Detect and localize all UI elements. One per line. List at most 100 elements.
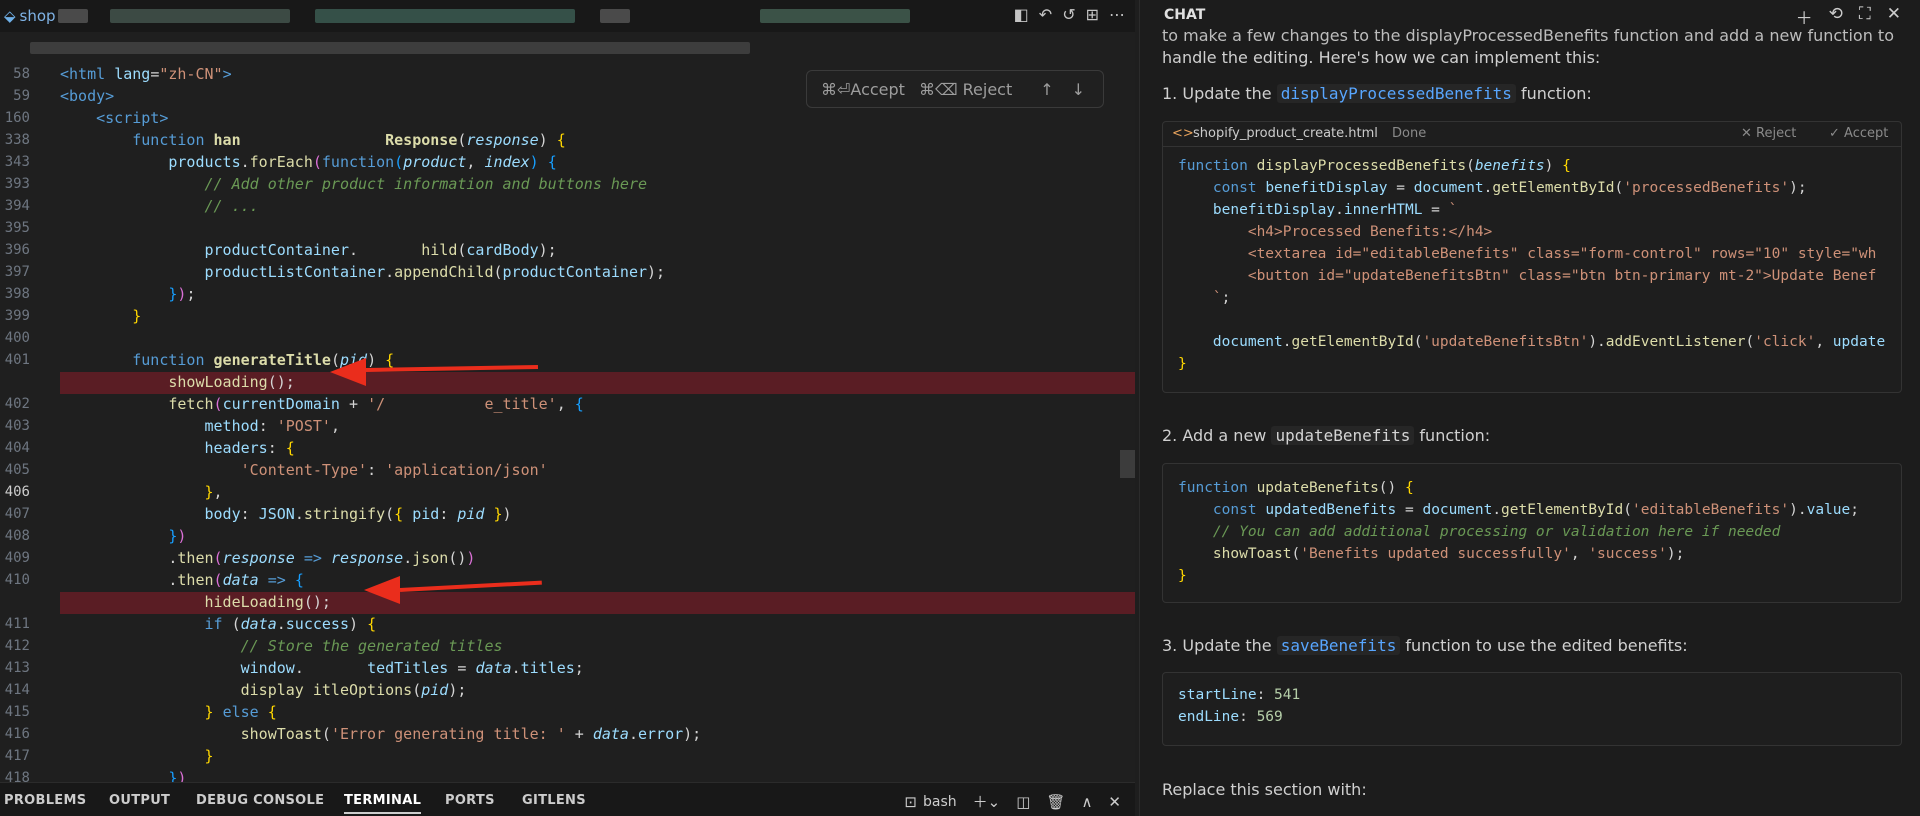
line-number: 412 — [4, 638, 30, 654]
maximize-panel-icon[interactable]: ∧ — [1081, 793, 1092, 811]
tab-gitlens[interactable]: GITLENS — [522, 793, 586, 808]
new-terminal-icon[interactable]: ＋⌄ — [973, 791, 1001, 812]
tab-ports[interactable]: PORTS — [445, 793, 495, 808]
line-number: 399 — [4, 308, 30, 324]
code-line[interactable]: fetch(currentDomain + '/ e_title', { — [60, 395, 583, 413]
code-line[interactable]: }) — [60, 527, 186, 545]
trash-icon[interactable]: 🗑 — [1046, 793, 1065, 811]
chat-panel: CHAT ＋ ⟲ ⛶ ✕ to make a few changes to th… — [1139, 0, 1920, 816]
code-line: function updateBenefits() { — [1178, 480, 1414, 496]
editor-actions: ◧ ↶ ↺ ⊞ ⋯ — [1014, 5, 1125, 24]
inline-reject-button[interactable]: ⌘⌫ Reject — [919, 80, 1012, 99]
accept-button[interactable]: ✓ Accept — [1829, 126, 1888, 141]
code-line[interactable]: hideLoading(); — [60, 593, 331, 611]
editor-tab[interactable]: ⬙ shop — [4, 7, 56, 25]
inline-diff-toolbar: ⌘⏎Accept ⌘⌫ Reject ↑ ↓ — [806, 70, 1104, 108]
code-line[interactable]: showLoading(); — [60, 373, 294, 391]
code-line: <button id="updateBenefitsBtn" class="bt… — [1247, 268, 1877, 284]
code-line[interactable]: .then(response => response.json()) — [60, 549, 475, 567]
code-line: endLine: 569 — [1178, 709, 1283, 725]
line-number: 402 — [4, 396, 30, 412]
code-line[interactable]: // ... — [60, 197, 259, 215]
code-line: const updatedBenefits = document.getElem… — [1212, 502, 1859, 518]
line-number: 404 — [4, 440, 30, 456]
accept-label: Accept — [1844, 126, 1889, 141]
line-number: 401 — [4, 352, 30, 368]
redacted-block — [110, 9, 290, 23]
code-line: <h4>Processed Benefits:</h4> — [1247, 224, 1493, 240]
code-line[interactable]: <script> — [60, 109, 168, 127]
code-line: const benefitDisplay = document.getEleme… — [1212, 180, 1807, 196]
step-text: 3. Update the — [1162, 636, 1277, 655]
annotation-arrow-head — [330, 358, 366, 386]
inline-accept-button[interactable]: ⌘⏎Accept — [821, 80, 905, 99]
code-line[interactable]: headers: { — [60, 439, 295, 457]
go-back-icon[interactable]: ↶ — [1039, 5, 1052, 24]
split-editor-icon[interactable]: ◧ — [1014, 5, 1029, 24]
chat-text: Replace this section with: — [1162, 780, 1367, 799]
code-line: `; — [1212, 290, 1231, 306]
code-line[interactable]: display itleOptions(pid); — [60, 681, 467, 699]
code-line[interactable]: productListContainer.appendChild(product… — [60, 263, 666, 281]
code-line[interactable]: showToast('Error generating title: ' + d… — [60, 725, 702, 743]
chat-intro-line: to make a few changes to the displayProc… — [1162, 26, 1894, 45]
previous-change-icon[interactable]: ↑ — [1040, 80, 1053, 99]
code-line[interactable]: // Add other product information and but… — [60, 175, 648, 193]
code-line[interactable]: productContainer. hild(cardBody); — [60, 241, 557, 259]
code-line: benefitDisplay.innerHTML = ` — [1212, 202, 1458, 218]
code-line[interactable]: 'Content-Type': 'application/json' — [60, 461, 548, 479]
step-text: 1. Update the — [1162, 84, 1277, 103]
code-line[interactable]: } else { — [60, 703, 277, 721]
code-line[interactable]: } — [60, 307, 141, 325]
line-number: 58 — [13, 66, 30, 82]
code-line[interactable]: if (data.success) { — [60, 615, 377, 633]
scrollbar-thumb[interactable] — [1120, 450, 1135, 478]
line-number: 409 — [4, 550, 30, 566]
chat-title: CHAT — [1164, 7, 1206, 23]
line-number: 414 — [4, 682, 30, 698]
code-line: function displayProcessedBenefits(benefi… — [1178, 158, 1571, 174]
compare-icon[interactable]: ⊞ — [1086, 5, 1099, 24]
line-number: 395 — [4, 220, 30, 236]
split-terminal-icon[interactable]: ◫ — [1016, 793, 1030, 811]
reject-label: Reject — [1756, 126, 1797, 141]
line-number: 338 — [4, 132, 30, 148]
code-block: <> shopify_product_create.html Done ✕ Re… — [1162, 121, 1902, 393]
editor-tab-bar: ⬙ shop ◧ ↶ ↺ ⊞ ⋯ — [0, 0, 1135, 32]
code-editor[interactable]: ⬙ shop ◧ ↶ ↺ ⊞ ⋯ 58 <html lang="zh-CN"> 59 <… — [0, 0, 1135, 816]
step-text: 2. Add a new — [1162, 426, 1272, 445]
code-line[interactable]: products.forEach(function(product, index… — [60, 153, 556, 171]
line-number: 400 — [4, 330, 30, 346]
code-line: } — [1178, 568, 1187, 584]
code-line[interactable]: window. tedTitles = data.titles; — [60, 659, 584, 677]
inline-code: displayProcessedBenefits — [1276, 84, 1516, 103]
code-line[interactable]: method: 'POST', — [60, 417, 340, 435]
code-line[interactable]: }, — [60, 483, 223, 501]
code-line[interactable]: .then(data => { — [60, 571, 303, 589]
code-line[interactable]: body: JSON.stringify({ pid: pid }) — [60, 505, 512, 523]
line-number: 417 — [4, 748, 30, 764]
code-line[interactable]: } — [60, 747, 214, 765]
line-number: 397 — [4, 264, 30, 280]
code-line: <textarea id="editableBenefits" class="f… — [1247, 246, 1877, 262]
code-line[interactable]: <body> — [60, 87, 114, 105]
tab-output[interactable]: OUTPUT — [109, 793, 170, 808]
next-change-icon[interactable]: ↓ — [1072, 80, 1085, 99]
code-block: function updateBenefits() { const update… — [1162, 463, 1902, 603]
shell-label[interactable]: bash — [923, 794, 957, 810]
close-panel-icon[interactable]: ✕ — [1108, 793, 1121, 811]
reject-button[interactable]: ✕ Reject — [1741, 126, 1796, 141]
tab-problems[interactable]: PROBLEMS — [4, 793, 86, 808]
tab-terminal[interactable]: TERMINAL — [344, 793, 422, 814]
tab-debug-console[interactable]: DEBUG CONSOLE — [196, 793, 324, 808]
revert-icon[interactable]: ↺ — [1062, 5, 1075, 24]
more-actions-icon[interactable]: ⋯ — [1109, 5, 1125, 24]
code-line[interactable]: <html lang="zh-CN"> — [60, 65, 232, 83]
line-number: 416 — [4, 726, 30, 742]
code-line[interactable]: function han Response(response) { — [60, 131, 566, 149]
line-number: 413 — [4, 660, 30, 676]
step-text: function: — [1515, 84, 1592, 103]
code-line[interactable]: // Store the generated titles — [60, 637, 503, 655]
panel-tab-bar: PROBLEMS OUTPUT DEBUG CONSOLE TERMINAL P… — [0, 782, 1135, 816]
code-line[interactable]: }); — [60, 285, 195, 303]
